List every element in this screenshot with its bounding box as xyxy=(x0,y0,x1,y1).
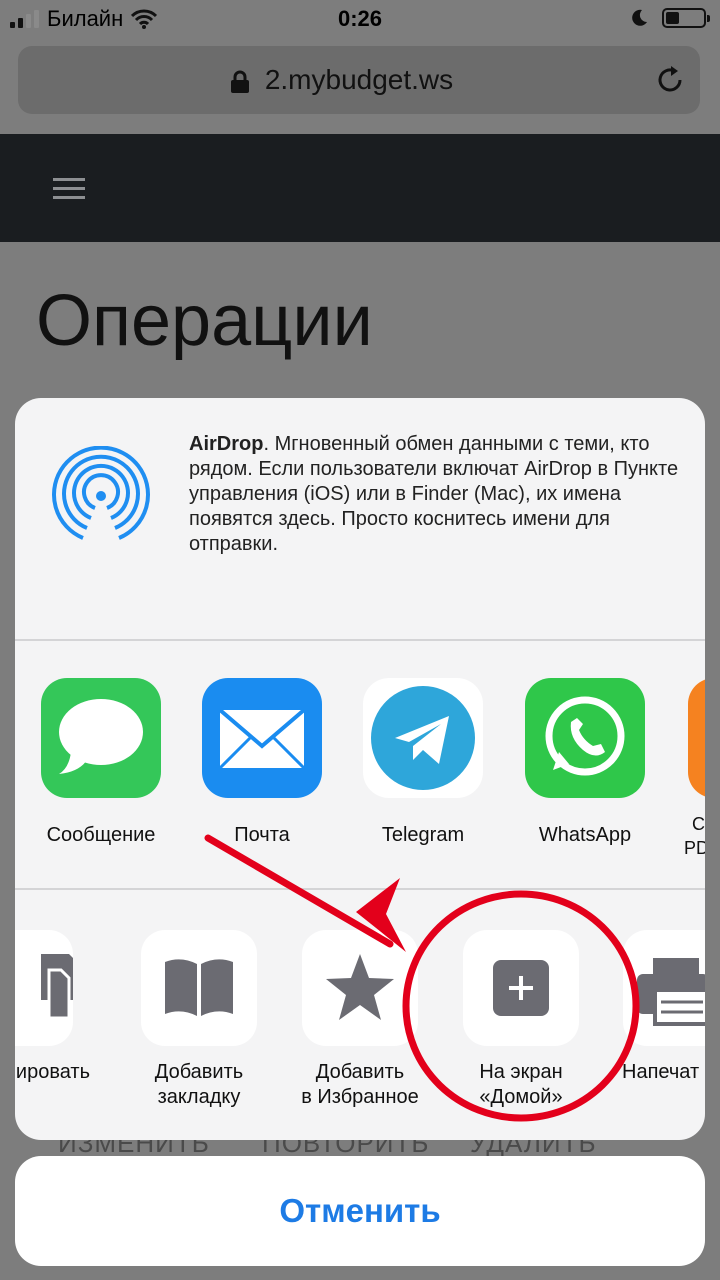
action-label: Добавить в Избранное xyxy=(301,1061,419,1108)
airdrop-title: AirDrop xyxy=(189,433,264,455)
add-home-icon[interactable] xyxy=(463,930,579,1046)
airdrop-icon xyxy=(52,446,150,544)
airdrop-description: AirDrop. Мгновенный обмен данными с теми… xyxy=(189,432,679,557)
action-label: Добавить закладку xyxy=(154,1061,244,1108)
menu-icon[interactable] xyxy=(53,178,85,205)
share-app-messages[interactable]: Сообщение xyxy=(21,678,181,847)
site-navbar xyxy=(0,134,720,242)
star-icon[interactable] xyxy=(302,930,418,1046)
share-app-telegram[interactable]: Telegram xyxy=(343,678,503,847)
print-icon[interactable] xyxy=(623,930,705,1046)
status-bar: Билайн 0:26 xyxy=(0,0,720,40)
clock: 0:26 xyxy=(337,6,383,31)
whatsapp-icon[interactable] xyxy=(525,678,645,798)
share-app-mail[interactable]: Почта xyxy=(182,678,342,847)
share-app-pdf[interactable]: С PD xyxy=(666,678,705,860)
share-app-whatsapp[interactable]: WhatsApp xyxy=(505,678,665,847)
page-title: Операции xyxy=(36,281,373,361)
pdf-app-icon[interactable] xyxy=(688,678,705,798)
action-copy[interactable]: пировать xyxy=(15,930,95,1085)
action-add-to-home[interactable]: На экран «Домой» xyxy=(441,930,601,1110)
app-label: Почта xyxy=(234,824,290,846)
app-label: Сообщение xyxy=(46,824,156,846)
action-label: пировать xyxy=(15,1061,90,1083)
url-text[interactable]: 2.mybudget.ws xyxy=(18,64,700,96)
airdrop-section: AirDrop. Мгновенный обмен данными с теми… xyxy=(15,398,705,640)
reload-icon[interactable] xyxy=(654,64,686,96)
bookmark-icon[interactable] xyxy=(141,930,257,1046)
app-label: WhatsApp xyxy=(538,824,632,846)
app-label: С PD xyxy=(684,814,705,858)
action-add-favorite[interactable]: Добавить в Избранное xyxy=(280,930,440,1110)
airdrop-body: . Мгновенный обмен данными с теми, кто р… xyxy=(189,433,679,555)
action-label: Напечат xyxy=(622,1061,700,1083)
cancel-button[interactable]: Отменить xyxy=(15,1156,705,1266)
divider xyxy=(15,639,705,641)
moon-icon xyxy=(632,9,647,26)
copy-icon[interactable] xyxy=(15,930,77,1046)
action-print[interactable]: Напечат xyxy=(603,930,705,1085)
mail-icon[interactable] xyxy=(202,678,322,798)
telegram-icon[interactable] xyxy=(363,678,483,798)
action-label: На экран «Домой» xyxy=(479,1061,563,1108)
battery-icon xyxy=(662,8,710,28)
divider xyxy=(15,888,705,890)
action-add-bookmark[interactable]: Добавить закладку xyxy=(119,930,279,1110)
messages-icon[interactable] xyxy=(41,678,161,798)
battery-level xyxy=(666,12,679,24)
share-sheet: AirDrop. Мгновенный обмен данными с теми… xyxy=(15,398,705,1140)
app-label: Telegram xyxy=(381,824,465,846)
address-bar[interactable]: 2.mybudget.ws xyxy=(18,46,700,114)
